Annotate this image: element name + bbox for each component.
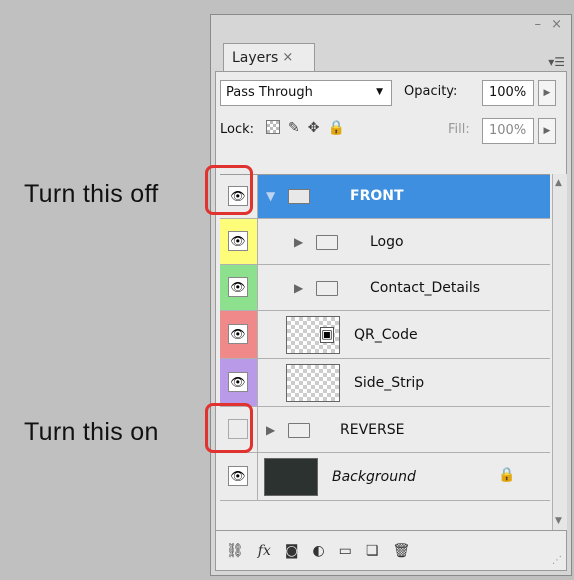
mask-icon[interactable]: ◙	[285, 543, 299, 559]
panel-body: Pass Through ▼ Opacity: 100% ▶ Lock: ✎ ✥…	[215, 71, 567, 571]
layer-row-qr-code[interactable]: 👁 ▣ QR_Code	[220, 311, 550, 359]
opacity-label: Opacity:	[404, 84, 458, 99]
panel-menu-icon[interactable]: ▾☰	[548, 55, 565, 69]
lock-options: ✎ ✥ 🔒	[266, 120, 345, 136]
folder-icon	[316, 281, 338, 296]
new-group-icon[interactable]: ▭	[339, 543, 352, 559]
lock-row: Lock: ✎ ✥ 🔒 Fill: 100% ▶	[220, 118, 562, 144]
new-layer-icon[interactable]: ❏	[366, 543, 379, 559]
layer-content: Background 🔒	[258, 453, 550, 500]
layer-row-background[interactable]: 👁 Background 🔒	[220, 453, 550, 501]
visibility-cell: 👁	[220, 265, 258, 310]
trash-icon[interactable]: 🗑	[392, 543, 410, 559]
layer-name: Contact_Details	[370, 280, 481, 296]
folder-icon	[288, 423, 310, 438]
layer-name: QR_Code	[354, 327, 418, 343]
lock-transparency-icon[interactable]	[266, 120, 280, 134]
visibility-cell: 👁	[220, 311, 258, 358]
annotation-turn-off: Turn this off	[24, 180, 159, 208]
folder-icon	[288, 189, 310, 204]
smart-object-icon: ▣	[320, 327, 334, 343]
scroll-down-icon[interactable]: ▼	[555, 516, 562, 526]
scroll-up-icon[interactable]: ▲	[555, 178, 562, 188]
highlight-ring-visible	[205, 165, 253, 215]
layer-row-reverse[interactable]: ▶ REVERSE	[220, 407, 550, 453]
eye-icon[interactable]: 👁	[228, 231, 248, 251]
layer-thumbnail	[286, 364, 340, 402]
visibility-cell: 👁	[220, 359, 258, 406]
layer-content: ▶ Contact_Details	[258, 265, 550, 310]
lock-icon: 🔒	[498, 467, 516, 483]
collapsed-triangle-icon[interactable]: ▶	[294, 281, 303, 295]
resize-grip-icon[interactable]: ⋰	[552, 555, 562, 566]
eye-icon[interactable]: 👁	[228, 372, 248, 392]
eye-icon[interactable]: 👁	[228, 466, 248, 486]
blend-mode-select[interactable]: Pass Through ▼	[220, 80, 392, 106]
highlight-ring-hidden	[205, 403, 253, 453]
collapsed-triangle-icon[interactable]: ▶	[266, 423, 275, 437]
annotation-turn-on: Turn this on	[24, 418, 159, 446]
tab-label: Layers	[232, 49, 279, 66]
layer-name: REVERSE	[340, 422, 405, 438]
layers-list: 👁 ▼ FRONT 👁 ▶ Logo 👁 ▶ Contact_Details 👁…	[220, 174, 550, 531]
lock-pixels-icon[interactable]: ✎	[288, 120, 300, 136]
layers-toolbar: ⛓ fx ◙ ◐ ▭ ❏ 🗑 ⋰	[216, 530, 566, 570]
adjustment-icon[interactable]: ◐	[312, 543, 324, 559]
lock-position-icon[interactable]: ✥	[308, 120, 320, 136]
collapsed-triangle-icon[interactable]: ▶	[294, 235, 303, 249]
visibility-cell: 👁	[220, 453, 258, 500]
layers-scrollbar[interactable]: ▲ ▼	[552, 174, 567, 530]
eye-icon[interactable]: 👁	[228, 277, 248, 297]
tab-layers[interactable]: Layers ×	[223, 43, 315, 71]
lock-label: Lock:	[220, 122, 255, 137]
link-icon[interactable]: ⛓	[226, 543, 244, 559]
layer-row-side-strip[interactable]: 👁 Side_Strip	[220, 359, 550, 407]
opacity-input[interactable]: 100%	[482, 80, 534, 106]
layer-name: Logo	[370, 234, 404, 250]
visibility-cell: 👁	[220, 219, 258, 264]
fill-slider-toggle[interactable]: ▶	[538, 118, 556, 144]
expand-triangle-icon[interactable]: ▼	[266, 189, 275, 203]
folder-icon	[316, 235, 338, 250]
blend-mode-value: Pass Through	[226, 85, 313, 100]
layer-content: ▶ Logo	[258, 219, 550, 264]
layer-content: ▼ FRONT	[258, 175, 550, 218]
layer-content: ▶ REVERSE	[258, 407, 550, 452]
lock-all-icon[interactable]: 🔒	[327, 120, 344, 136]
layer-thumbnail	[264, 458, 318, 496]
eye-icon[interactable]: 👁	[228, 324, 248, 344]
layer-row-logo[interactable]: 👁 ▶ Logo	[220, 219, 550, 265]
fill-input[interactable]: 100%	[482, 118, 534, 144]
layer-content: Side_Strip	[258, 359, 550, 406]
close-icon[interactable]: ×	[282, 50, 293, 65]
layer-name: Side_Strip	[354, 375, 425, 391]
fill-label: Fill:	[448, 122, 470, 137]
layer-name: Background	[332, 469, 416, 485]
layer-row-front[interactable]: 👁 ▼ FRONT	[220, 175, 550, 219]
opacity-slider-toggle[interactable]: ▶	[538, 80, 556, 106]
layer-content: ▣ QR_Code	[258, 311, 550, 358]
layer-name: FRONT	[350, 188, 404, 204]
layers-panel: – × Layers × ▾☰ Pass Through ▼ Opacity: …	[210, 14, 572, 576]
window-controls[interactable]: – ×	[534, 17, 565, 32]
layer-row-contact-details[interactable]: 👁 ▶ Contact_Details	[220, 265, 550, 311]
fx-icon[interactable]: fx	[258, 543, 271, 559]
dropdown-arrow-icon: ▼	[376, 87, 383, 97]
blend-row: Pass Through ▼ Opacity: 100% ▶	[220, 80, 562, 106]
